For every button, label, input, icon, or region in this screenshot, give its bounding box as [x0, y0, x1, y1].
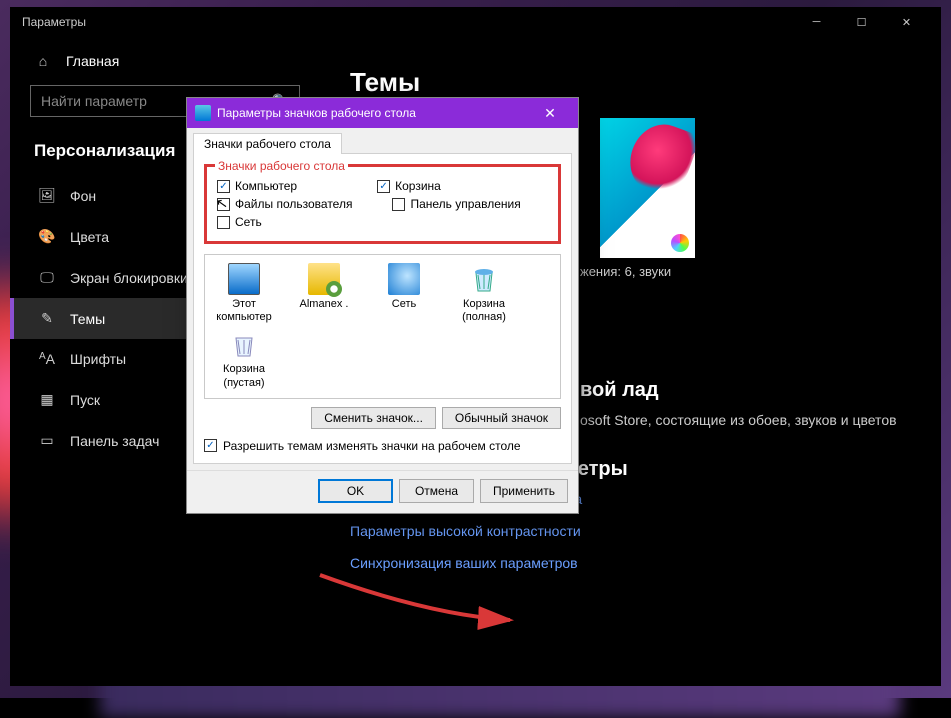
- search-placeholder: Найти параметр: [41, 93, 147, 109]
- desktop-icons-dialog: Параметры значков рабочего стола ✕ Значк…: [186, 97, 579, 514]
- dialog-tab[interactable]: Значки рабочего стола: [193, 133, 342, 154]
- checkbox-computer[interactable]: Компьютер: [217, 179, 297, 193]
- ok-button[interactable]: OK: [318, 479, 393, 503]
- dialog-title-icon: [195, 105, 211, 121]
- sidebar-item-label: Экран блокировки: [70, 270, 188, 286]
- fieldset-legend: Значки рабочего стола: [215, 159, 348, 173]
- change-icon-button[interactable]: Сменить значок...: [311, 407, 436, 429]
- checkbox-recycle-bin[interactable]: Корзина: [377, 179, 441, 193]
- image-icon: 🖼: [38, 187, 56, 204]
- icon-user-folder[interactable]: Almanex .: [293, 263, 355, 324]
- cancel-button[interactable]: Отмена: [399, 479, 474, 503]
- theme-icon: ✎: [38, 310, 56, 327]
- home-label: Главная: [66, 53, 119, 69]
- lock-icon: 🖵: [38, 269, 56, 286]
- bin-empty-icon: [228, 328, 260, 360]
- network-icon: [388, 263, 420, 295]
- sidebar-item-label: Фон: [70, 188, 96, 204]
- checkbox-control-panel[interactable]: Панель управления: [392, 197, 520, 211]
- default-icon-button[interactable]: Обычный значок: [442, 407, 561, 429]
- page-title: Темы: [350, 67, 911, 98]
- icon-network[interactable]: Сеть: [373, 263, 435, 324]
- related-link-high-contrast[interactable]: Параметры высокой контрастности: [350, 523, 911, 539]
- home-link[interactable]: ⌂ Главная: [10, 45, 320, 77]
- sidebar-item-label: Пуск: [70, 392, 100, 408]
- sidebar-item-label: Цвета: [70, 229, 109, 245]
- icon-preview-grid[interactable]: Этот компьютер Almanex . Сеть Корзина (п…: [204, 254, 561, 399]
- font-icon: AA: [38, 351, 56, 367]
- minimize-button[interactable]: ─: [794, 7, 839, 37]
- sidebar-item-label: Панель задач: [70, 433, 159, 449]
- palette-icon: 🎨: [38, 228, 56, 245]
- icon-this-pc[interactable]: Этот компьютер: [213, 263, 275, 324]
- start-icon: ▦: [38, 391, 56, 408]
- section-heading: вой лад: [580, 379, 911, 402]
- close-button[interactable]: ✕: [884, 7, 929, 37]
- sidebar-item-label: Темы: [70, 311, 105, 327]
- section-desc: osoft Store, состоящие из обоев, звуков …: [580, 412, 911, 428]
- home-icon: ⌂: [34, 53, 52, 69]
- checkbox-network[interactable]: Сеть: [217, 215, 262, 229]
- computer-icon: [228, 263, 260, 295]
- bin-full-icon: [468, 263, 500, 295]
- checkbox-user-files[interactable]: Файлы пользователя: [217, 197, 352, 211]
- dialog-titlebar: Параметры значков рабочего стола ✕: [187, 98, 578, 128]
- dialog-title: Параметры значков рабочего стола: [217, 106, 530, 120]
- icon-recycle-empty[interactable]: Корзина (пустая): [213, 328, 275, 389]
- apply-button[interactable]: Применить: [480, 479, 568, 503]
- icon-recycle-full[interactable]: Корзина (полная): [453, 263, 515, 324]
- maximize-button[interactable]: ☐: [839, 7, 884, 37]
- folder-icon: [308, 263, 340, 295]
- theme-subtitle: жения: 6, звуки: [580, 264, 911, 279]
- palette-icon: [671, 234, 689, 252]
- related-link-sync[interactable]: Синхронизация ваших параметров: [350, 555, 911, 571]
- window-title: Параметры: [22, 15, 794, 29]
- theme-thumbnail[interactable]: [600, 118, 695, 258]
- dialog-close-button[interactable]: ✕: [530, 105, 570, 122]
- desktop-icons-fieldset: Значки рабочего стола ↖ Компьютер Корзин…: [204, 164, 561, 244]
- taskbar-icon: ▭: [38, 432, 56, 449]
- titlebar: Параметры ─ ☐ ✕: [10, 7, 941, 37]
- allow-themes-checkbox[interactable]: Разрешить темам изменять значки на рабоч…: [204, 439, 561, 453]
- sidebar-item-label: Шрифты: [70, 351, 126, 367]
